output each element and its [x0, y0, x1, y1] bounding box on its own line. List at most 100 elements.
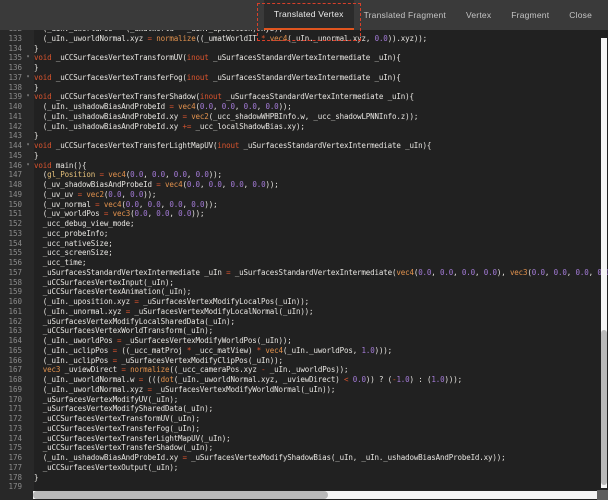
fold-gutter-spacer — [22, 414, 34, 424]
code-line[interactable]: 172 _uCCSurfacesVertexTransformUV(_uIn); — [0, 414, 608, 424]
fold-gutter-spacer — [22, 395, 34, 405]
vertical-scrollbar-thumb[interactable] — [601, 330, 607, 485]
code-line[interactable]: 177 _uCCSurfacesVertexOutput(_uIn); — [0, 463, 608, 473]
code-line[interactable]: 136} — [0, 63, 608, 73]
code-line[interactable]: 138} — [0, 83, 608, 93]
code-line[interactable]: 166 (_uIn._uclipPos = _uSurfacesVertexMo… — [0, 356, 608, 366]
tab-label: Vertex — [466, 10, 491, 20]
code-line[interactable]: 140 (_uIn._ushadowBiasAndProbeId = vec4(… — [0, 102, 608, 112]
fold-marker-icon[interactable]: ▾ — [22, 141, 34, 151]
tab-translated-fragment[interactable]: Translated Fragment — [354, 0, 456, 30]
code-line[interactable]: 153 _ucc_probeInfo; — [0, 229, 608, 239]
line-number: 177 — [0, 463, 22, 473]
code-line[interactable]: 149 (_uv_uv = vec2(0.0, 0.0)); — [0, 190, 608, 200]
fold-gutter-spacer — [22, 356, 34, 366]
code-line[interactable]: 141 (_uIn._ushadowBiasAndProbeId.xy = ve… — [0, 112, 608, 122]
code-line[interactable]: 144▾void _uCCSurfacesVertexTransferLight… — [0, 141, 608, 151]
code-line[interactable]: 168 (_uIn._uworldNormal.w = (((dot(_uIn.… — [0, 375, 608, 385]
code-line[interactable]: 164 (_uIn._uworldPos = _uSurfacesVertexM… — [0, 336, 608, 346]
tab-fragment[interactable]: Fragment — [501, 0, 559, 30]
fold-gutter-spacer — [22, 307, 34, 317]
code-line[interactable]: 169 (_uIn._uworldNormal.xyz = _uSurfaces… — [0, 385, 608, 395]
code-line[interactable]: 170 _uSurfacesVertexModifyUV(_uIn); — [0, 395, 608, 405]
fold-gutter-spacer — [22, 297, 34, 307]
fold-marker-icon[interactable]: ▾ — [22, 53, 34, 63]
code-line[interactable]: 165 (_uIn._uclipPos = ((_ucc_matProj * _… — [0, 346, 608, 356]
code-line[interactable]: 178} — [0, 473, 608, 483]
code-line[interactable]: 142 (_uIn._ushadowBiasAndProbeId.xy += _… — [0, 122, 608, 132]
horizontal-scrollbar-thumb[interactable] — [33, 491, 328, 499]
line-number: 171 — [0, 404, 22, 414]
code-text: (_uIn._uworldNormal.xyz = _uSurfacesVert… — [34, 385, 335, 395]
code-line[interactable]: 137▾void _uCCSurfacesVertexTransferFog(i… — [0, 73, 608, 83]
code-line[interactable]: 174 _uCCSurfacesVertexTransferLightMapUV… — [0, 434, 608, 444]
code-line[interactable]: 173 _uCCSurfacesVertexTransferFog(_uIn); — [0, 424, 608, 434]
line-number: 164 — [0, 336, 22, 346]
line-number: 173 — [0, 424, 22, 434]
code-text: vec3 _uviewDirect = normalize((_ucc_came… — [34, 365, 348, 375]
code-line[interactable]: 158 _uCCSurfacesVertexInput(_uIn); — [0, 278, 608, 288]
code-text: (_uIn._ushadowBiasAndProbeId.xy = vec2(_… — [34, 112, 418, 122]
code-line[interactable]: 162 _uSurfacesVertexModifyLocalSharedDat… — [0, 317, 608, 327]
code-line[interactable]: 175 _uCCSurfacesVertexTransferShadow(_uI… — [0, 443, 608, 453]
code-text: (_uIn._uworldNormal.xyz = normalize((_um… — [34, 34, 427, 44]
fold-gutter-spacer — [22, 326, 34, 336]
tab-close[interactable]: Close — [559, 0, 602, 30]
fold-gutter-spacer — [22, 239, 34, 249]
code-line[interactable]: 157 _uSurfacesStandardVertexIntermediate… — [0, 268, 608, 278]
line-number: 158 — [0, 278, 22, 288]
code-line[interactable]: 167 vec3 _uviewDirect = normalize((_ucc_… — [0, 365, 608, 375]
vertical-scrollbar[interactable] — [601, 38, 607, 488]
code-line[interactable]: 161 (_uIn._unormal.xyz = _uSurfacesVerte… — [0, 307, 608, 317]
code-line[interactable]: 143} — [0, 131, 608, 141]
line-number: 167 — [0, 365, 22, 375]
fold-gutter-spacer — [22, 44, 34, 54]
code-line[interactable]: 154 _ucc_nativeSize; — [0, 239, 608, 249]
line-number: 150 — [0, 200, 22, 210]
code-line[interactable]: 147 (gl_Position = vec4(0.0, 0.0, 0.0, 0… — [0, 170, 608, 180]
code-text: (_uIn._ushadowBiasAndProbeId = vec4(0.0,… — [34, 102, 292, 112]
code-line[interactable]: 148 (_uv_shadowBiasAndProbeId = vec4(0.0… — [0, 180, 608, 190]
code-line[interactable]: 176 (_uIn._ushadowBiasAndProbeId.xy = _u… — [0, 453, 608, 463]
fold-marker-icon[interactable]: ▾ — [22, 73, 34, 83]
code-text: } — [34, 63, 38, 73]
fold-marker-icon[interactable]: ▾ — [22, 161, 34, 171]
fold-gutter-spacer — [22, 209, 34, 219]
code-text: _uCCSurfacesVertexTransferShadow(_uIn); — [34, 443, 213, 453]
code-line[interactable]: 159 _uCCSurfacesVertexAnimation(_uIn); — [0, 287, 608, 297]
line-number: 143 — [0, 131, 22, 141]
code-line[interactable]: 163 _uCCSurfacesVertexWorldTransform(_uI… — [0, 326, 608, 336]
code-line[interactable]: 155 _ucc_screenSize; — [0, 248, 608, 258]
tab-translated-vertex[interactable]: Translated Vertex — [264, 0, 354, 30]
code-text: } — [34, 44, 38, 54]
tab-vertex[interactable]: Vertex — [456, 0, 501, 30]
code-text: (_uIn._ushadowBiasAndProbeId.xy += _ucc_… — [34, 122, 305, 132]
fold-gutter-spacer — [22, 190, 34, 200]
code-text: (_uv_normal = vec4(0.0, 0.0, 0.0, 0.0)); — [34, 200, 217, 210]
code-line[interactable]: 135▾void _uCCSurfacesVertexTransformUV(i… — [0, 53, 608, 63]
line-number: 160 — [0, 297, 22, 307]
code-line[interactable]: 156 _ucc_time; — [0, 258, 608, 268]
code-line[interactable]: 160 (_uIn._uposition.xyz = _uSurfacesVer… — [0, 297, 608, 307]
fold-marker-icon[interactable]: ▾ — [22, 92, 34, 102]
code-line[interactable]: 171 _uSurfacesVertexModifySharedData(_uI… — [0, 404, 608, 414]
code-line[interactable]: 139▾void _uCCSurfacesVertexTransferShado… — [0, 92, 608, 102]
code-editor[interactable]: 132 (_uIn._uworldPos = (_umatWorld * _uI… — [0, 30, 608, 500]
fold-gutter-spacer — [22, 83, 34, 93]
code-text: _ucc_nativeSize; — [34, 239, 113, 249]
line-number: 163 — [0, 326, 22, 336]
code-text: (_uIn._unormal.xyz = _uSurfacesVertexMod… — [34, 307, 313, 317]
line-number: 169 — [0, 385, 22, 395]
code-line[interactable]: 134} — [0, 44, 608, 54]
line-number: 172 — [0, 414, 22, 424]
code-text: void _uCCSurfacesVertexTransformUV(inout… — [34, 53, 401, 63]
line-number: 139 — [0, 92, 22, 102]
fold-gutter-spacer — [22, 365, 34, 375]
code-line[interactable]: 146▾void main(){ — [0, 161, 608, 171]
code-line[interactable]: 145} — [0, 151, 608, 161]
code-line[interactable]: 152 _ucc_debug_view_mode; — [0, 219, 608, 229]
code-line[interactable]: 150 (_uv_normal = vec4(0.0, 0.0, 0.0, 0.… — [0, 200, 608, 210]
code-line[interactable]: 133 (_uIn._uworldNormal.xyz = normalize(… — [0, 34, 608, 44]
horizontal-scrollbar[interactable] — [33, 491, 597, 499]
code-line[interactable]: 151 (_uv_worldPos = vec3(0.0, 0.0, 0.0))… — [0, 209, 608, 219]
